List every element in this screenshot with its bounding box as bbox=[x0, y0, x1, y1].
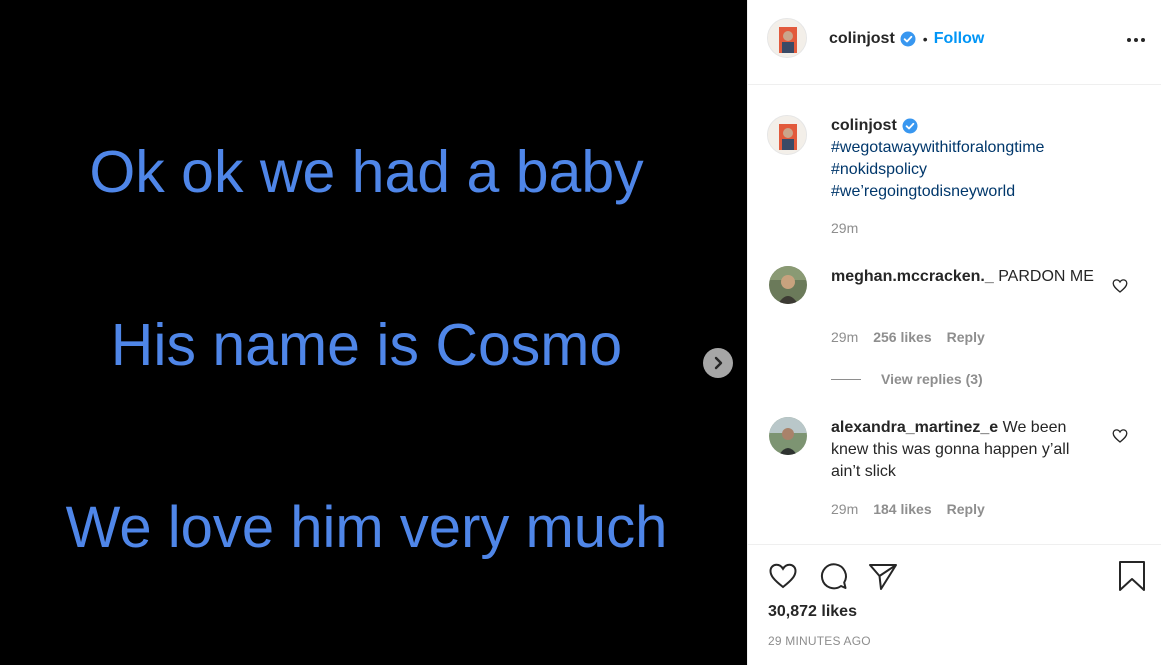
media-text-line: We love him very much bbox=[65, 495, 668, 560]
comment-username[interactable]: alexandra_martinez_e bbox=[831, 419, 998, 436]
avatar[interactable] bbox=[767, 115, 807, 155]
view-replies-label: View replies (3) bbox=[881, 371, 983, 387]
hashtag-link[interactable]: #we’regoingtodisneyworld bbox=[831, 181, 1141, 203]
heart-icon[interactable] bbox=[1112, 428, 1128, 444]
avatar[interactable] bbox=[767, 18, 807, 58]
hashtag-link[interactable]: #wegotawaywithitforalongtime bbox=[831, 137, 1141, 159]
comment-timestamp[interactable]: 29m bbox=[831, 501, 858, 517]
comment-timestamp[interactable]: 29m bbox=[831, 329, 858, 345]
view-replies-button[interactable]: View replies (3) bbox=[831, 371, 983, 387]
divider-line bbox=[831, 378, 861, 380]
next-slide-button[interactable] bbox=[703, 348, 733, 378]
reply-button[interactable]: Reply bbox=[947, 501, 985, 517]
caption-username[interactable]: colinjost bbox=[831, 115, 897, 137]
caption-timestamp[interactable]: 29m bbox=[831, 220, 858, 236]
verified-badge-icon bbox=[902, 118, 918, 134]
likes-count[interactable]: 30,872 likes bbox=[768, 603, 857, 621]
like-button[interactable] bbox=[767, 560, 799, 592]
media-text-line: His name is Cosmo bbox=[110, 312, 623, 378]
comment-button[interactable] bbox=[817, 560, 849, 592]
hashtag-link[interactable]: #nokidspolicy bbox=[831, 159, 1141, 181]
post-side-panel: colinjost • Follow colinjost #wegotawayw… bbox=[747, 0, 1161, 665]
profile-photo-icon bbox=[768, 19, 806, 57]
comment-meta: 29m 184 likes Reply bbox=[831, 501, 985, 517]
separator-dot: • bbox=[922, 31, 928, 47]
avatar[interactable] bbox=[769, 266, 807, 304]
save-button[interactable] bbox=[1116, 560, 1148, 592]
more-options-icon bbox=[1127, 38, 1145, 42]
header-username[interactable]: colinjost bbox=[829, 30, 895, 48]
post-media: Ok ok we had a baby His name is Cosmo We… bbox=[0, 0, 747, 665]
reply-button[interactable]: Reply bbox=[947, 329, 985, 345]
share-button[interactable] bbox=[867, 560, 899, 592]
heart-icon bbox=[769, 563, 797, 589]
follow-button[interactable]: Follow bbox=[934, 30, 985, 48]
comment-likes[interactable]: 256 likes bbox=[873, 329, 931, 345]
heart-icon[interactable] bbox=[1112, 278, 1128, 294]
post-header: colinjost • Follow bbox=[748, 0, 1161, 85]
post-timestamp[interactable]: 29 MINUTES AGO bbox=[768, 634, 871, 648]
comment-username[interactable]: meghan.mccracken._ bbox=[831, 268, 994, 285]
post-actions: 30,872 likes 29 MINUTES AGO bbox=[748, 544, 1161, 665]
bookmark-icon bbox=[1119, 561, 1145, 591]
verified-badge-icon bbox=[900, 31, 916, 47]
comment-bubble-icon bbox=[820, 563, 847, 590]
more-options-button[interactable] bbox=[1126, 30, 1146, 50]
chevron-right-icon bbox=[714, 356, 723, 370]
comment-meta: 29m 256 likes Reply bbox=[831, 329, 985, 345]
comment-text: PARDON ME bbox=[993, 268, 1094, 285]
comment-likes[interactable]: 184 likes bbox=[873, 501, 931, 517]
profile-photo-icon bbox=[769, 417, 807, 455]
share-paper-plane-icon bbox=[869, 564, 897, 590]
profile-photo-icon bbox=[769, 266, 807, 304]
profile-photo-icon bbox=[768, 116, 806, 154]
media-text-line: Ok ok we had a baby bbox=[89, 139, 644, 205]
avatar[interactable] bbox=[769, 417, 807, 455]
